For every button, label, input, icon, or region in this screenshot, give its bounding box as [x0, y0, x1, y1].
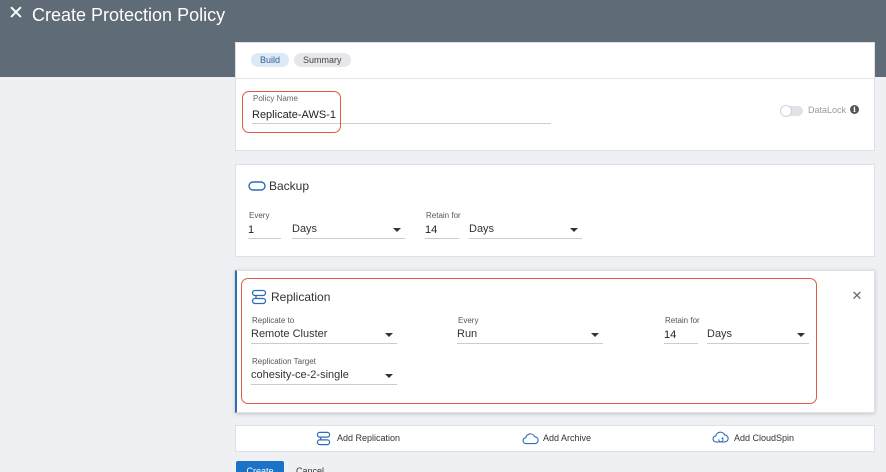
replication-every-label: Every — [458, 316, 479, 325]
backup-every-unit-select[interactable]: Days — [292, 222, 405, 239]
replication-retain-unit-value: Days — [707, 328, 733, 340]
replication-retain-unit-select[interactable]: Days — [707, 327, 809, 344]
policy-name-label: Policy Name — [253, 94, 298, 103]
tab-summary[interactable]: Summary — [294, 53, 351, 67]
tab-bar: Build Summary — [236, 43, 874, 79]
chevron-down-icon — [385, 374, 393, 378]
backup-retain-input[interactable] — [425, 222, 459, 239]
replication-icon — [316, 431, 331, 446]
backup-icon — [248, 181, 266, 191]
add-replication-button[interactable]: Add Replication — [316, 431, 416, 447]
add-cloudspin-label: Add CloudSpin — [734, 433, 795, 443]
cloudspin-icon — [712, 431, 729, 443]
policy-name-input[interactable] — [252, 106, 551, 124]
backup-every-label: Every — [249, 211, 270, 220]
add-replication-label: Add Replication — [337, 433, 401, 443]
chevron-down-icon — [385, 333, 393, 337]
backup-title: Backup — [269, 179, 310, 193]
backup-card: Backup Every Days Retain for Days — [235, 164, 875, 257]
backup-every-input[interactable] — [248, 222, 281, 239]
replicate-to-label: Replicate to — [252, 316, 295, 325]
replication-target-value: cohesity-ce-2-single — [251, 369, 349, 381]
tab-build[interactable]: Build — [251, 53, 290, 67]
replicate-to-value: Remote Cluster — [251, 328, 328, 340]
replicate-to-select[interactable]: Remote Cluster — [251, 327, 397, 344]
chevron-down-icon — [591, 333, 599, 337]
replication-every-select[interactable]: Run — [457, 327, 603, 344]
backup-retain-unit-value: Days — [469, 223, 495, 235]
add-cloudspin-button[interactable]: Add CloudSpin — [712, 431, 822, 447]
replication-target-select[interactable]: cohesity-ce-2-single — [251, 368, 397, 385]
backup-every-unit-value: Days — [292, 223, 318, 235]
chevron-down-icon — [393, 228, 401, 232]
policy-name-card: Build Summary Policy Name DataLock i — [235, 42, 875, 151]
add-archive-label: Add Archive — [543, 433, 592, 443]
create-button[interactable]: Create — [236, 461, 284, 472]
cloud-icon — [522, 433, 539, 445]
replication-title: Replication — [271, 290, 331, 304]
backup-retain-unit-select[interactable]: Days — [469, 222, 582, 239]
replication-retain-input[interactable] — [664, 327, 698, 344]
replication-retain-label: Retain for — [665, 316, 700, 325]
page-title: Create Protection Policy — [32, 5, 226, 25]
toggle-knob — [780, 105, 792, 117]
datalock-toggle[interactable] — [780, 105, 803, 117]
replication-card: Replication ✕ Replicate to Remote Cluste… — [235, 270, 875, 413]
datalock-label: DataLock — [808, 105, 847, 115]
add-archive-button[interactable]: Add Archive — [522, 431, 622, 447]
replication-every-value: Run — [457, 328, 478, 340]
info-icon[interactable]: i — [850, 105, 859, 114]
chevron-down-icon — [797, 333, 805, 337]
cancel-button[interactable]: Cancel — [296, 461, 324, 472]
chevron-down-icon — [570, 228, 578, 232]
replication-target-label: Replication Target — [252, 357, 316, 366]
add-actions-bar: Add Replication Add Archive Add CloudSpi… — [235, 425, 875, 452]
close-icon[interactable]: ✕ — [6, 4, 26, 24]
remove-replication-icon[interactable]: ✕ — [850, 289, 864, 303]
backup-retain-label: Retain for — [426, 211, 461, 220]
replication-icon — [251, 289, 267, 305]
